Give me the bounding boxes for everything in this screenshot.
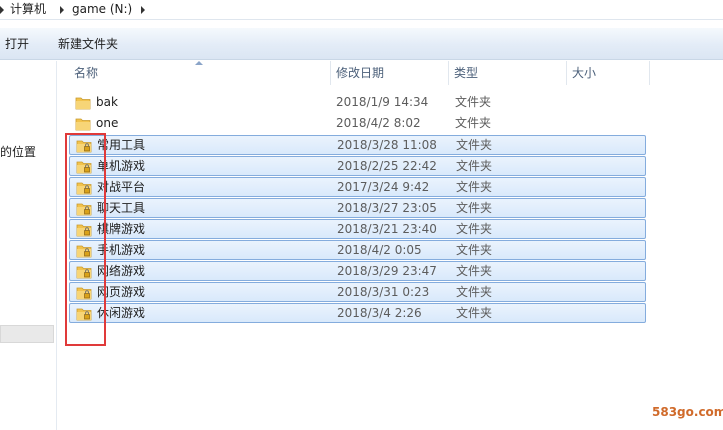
file-row[interactable]: 对战平台 2017/3/24 9:42 文件夹 [69, 177, 646, 197]
file-name: bak [96, 95, 118, 109]
column-date[interactable]: 修改日期 [330, 61, 448, 85]
file-modified-date: 2018/3/29 23:47 [337, 264, 437, 278]
file-modified-date: 2018/3/4 2:26 [337, 306, 422, 320]
file-modified-date: 2018/3/27 23:05 [337, 201, 437, 215]
new-folder-button[interactable]: 新建文件夹 [58, 35, 118, 53]
watermark: 583go.com [652, 405, 723, 419]
breadcrumb-drive[interactable]: game (N:) [72, 1, 132, 18]
chevron-right-icon[interactable] [141, 6, 145, 14]
file-type: 文件夹 [456, 201, 493, 215]
file-type: 文件夹 [456, 138, 493, 152]
file-modified-date: 2018/3/31 0:23 [337, 285, 430, 299]
file-modified-date: 2018/4/2 8:02 [336, 116, 421, 130]
nav-scrollbar[interactable] [0, 325, 54, 343]
file-row[interactable]: 休闲游戏 2018/3/4 2:26 文件夹 [69, 303, 646, 323]
breadcrumb-computer[interactable]: 计算机 [10, 1, 46, 18]
address-bar[interactable]: 计算机 game (N:) [0, 0, 723, 20]
file-type: 文件夹 [456, 264, 493, 278]
folder-icon [75, 97, 91, 110]
file-type: 文件夹 [455, 95, 492, 109]
file-type: 文件夹 [456, 180, 493, 194]
file-modified-date: 2018/1/9 14:34 [336, 95, 429, 109]
file-modified-date: 2018/3/28 11:08 [337, 138, 437, 152]
file-type: 文件夹 [456, 285, 493, 299]
file-type: 文件夹 [456, 243, 493, 257]
chevron-right-icon[interactable] [0, 6, 4, 14]
nav-item-locations[interactable]: 的位置 [0, 143, 36, 160]
file-row[interactable]: 棋牌游戏 2018/3/21 23:40 文件夹 [69, 219, 646, 239]
column-name[interactable]: 名称 [68, 61, 330, 85]
file-row[interactable]: one 2018/4/2 8:02 文件夹 [69, 114, 646, 134]
column-type[interactable]: 类型 [448, 61, 566, 85]
file-name: one [96, 116, 119, 130]
file-type: 文件夹 [456, 159, 493, 173]
file-row[interactable]: 网页游戏 2018/3/31 0:23 文件夹 [69, 282, 646, 302]
column-header: 名称 修改日期 类型 大小 [62, 61, 650, 85]
column-divider[interactable] [649, 61, 650, 85]
file-row[interactable]: bak 2018/1/9 14:34 文件夹 [69, 93, 646, 113]
chevron-right-icon[interactable] [60, 6, 64, 14]
file-type: 文件夹 [456, 306, 493, 320]
file-row[interactable]: 聊天工具 2018/3/27 23:05 文件夹 [69, 198, 646, 218]
file-modified-date: 2018/4/2 0:05 [337, 243, 422, 257]
file-type: 文件夹 [455, 116, 492, 130]
highlight-box [65, 133, 106, 346]
file-row[interactable]: 网络游戏 2018/3/29 23:47 文件夹 [69, 261, 646, 281]
file-row[interactable]: 手机游戏 2018/4/2 0:05 文件夹 [69, 240, 646, 260]
file-type: 文件夹 [456, 222, 493, 236]
folder-icon [75, 118, 91, 131]
column-size[interactable]: 大小 [566, 61, 650, 85]
file-modified-date: 2017/3/24 9:42 [337, 180, 430, 194]
file-row[interactable]: 常用工具 2018/3/28 11:08 文件夹 [69, 135, 646, 155]
file-modified-date: 2018/2/25 22:42 [337, 159, 437, 173]
file-modified-date: 2018/3/21 23:40 [337, 222, 437, 236]
file-row[interactable]: 单机游戏 2018/2/25 22:42 文件夹 [69, 156, 646, 176]
command-bar: 打开 新建文件夹 [0, 28, 723, 60]
open-button[interactable]: 打开 [5, 35, 29, 53]
navigation-pane[interactable]: 的位置 [0, 61, 57, 430]
